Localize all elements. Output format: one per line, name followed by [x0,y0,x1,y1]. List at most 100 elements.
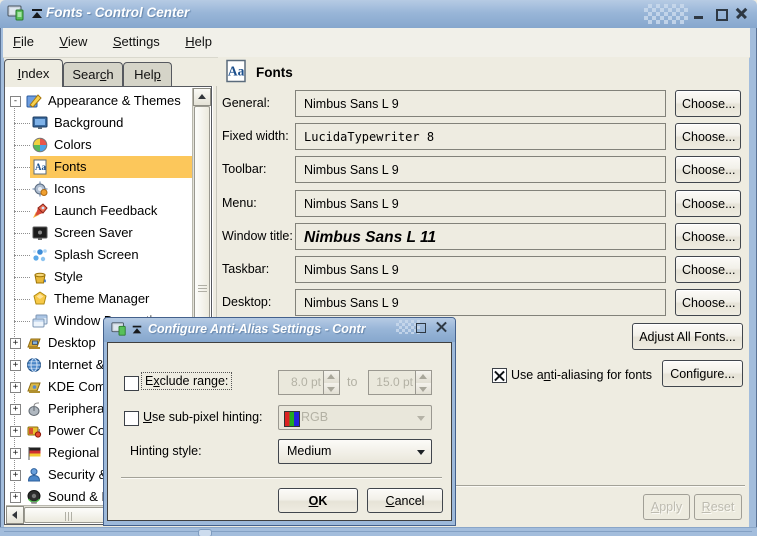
configure-antialias-button[interactable]: Configure... [662,360,743,387]
splash-screen-icon [32,247,48,263]
font-preview-desktop: Nimbus Sans L 9 [295,289,666,316]
font-preview-window-title: Nimbus Sans L 11 [295,223,666,250]
sidebar-item-background[interactable]: Background [6,112,192,134]
resize-grip[interactable] [198,529,212,536]
appearance-themes-icon [26,93,42,109]
scroll-up-button[interactable] [193,88,211,106]
menu-help[interactable]: Help [181,34,216,49]
dialog-maximize-button[interactable] [413,320,429,336]
sidebar-item-screen-saver[interactable]: Screen Saver [6,222,192,244]
choose-taskbar-button[interactable]: Choose... [675,256,741,283]
choose-general-button[interactable]: Choose... [675,90,741,117]
frame-groove [4,531,752,532]
colors-icon [32,137,48,153]
peripherals-icon [26,401,42,417]
sidebar-item-appearance-themes[interactable]: - Appearance & Themes [6,90,192,112]
sidebar-item-style[interactable]: Style [6,266,192,288]
internet-icon [26,357,42,373]
dialog-body: Exclude range: 8.0 pt to 15.0 pt Use sub… [107,342,452,521]
minimize-button[interactable] [691,6,707,22]
adjust-all-fonts-button[interactable]: Adjust All Fonts... [632,323,743,350]
range-from-spinbox[interactable]: 8.0 pt [278,370,340,395]
dialog-title: Configure Anti-Alias Settings - Contr [148,322,366,336]
menu-view[interactable]: View [55,34,91,49]
sidebar-item-splash-screen[interactable]: Splash Screen [6,244,192,266]
range-to-spinbox[interactable]: 15.0 pt [368,370,432,395]
close-button[interactable] [734,6,750,22]
dialog-separator [121,477,442,479]
antialias-dialog: Configure Anti-Alias Settings - Contr Ex… [103,317,456,526]
screen-saver-icon [32,225,48,241]
fonts-icon: Aa [32,159,48,175]
window-menu-icon[interactable] [30,7,44,21]
expand-expander-icon[interactable]: + [10,404,21,415]
subpixel-checkbox[interactable] [124,411,139,426]
keramik-pattern [644,4,688,24]
launch-feedback-icon [32,203,48,219]
menu-file[interactable]: File [9,34,38,49]
to-label: to [347,375,357,389]
hinting-style-label: Hinting style: [130,444,202,458]
scrollbar-thumb[interactable] [194,106,210,336]
choose-menu-button[interactable]: Choose... [675,190,741,217]
svg-text:Aa: Aa [228,64,245,79]
font-preview-taskbar: Nimbus Sans L 9 [295,256,666,283]
tab-index[interactable]: Index [4,59,63,87]
choose-desktop-button[interactable]: Choose... [675,289,741,316]
sound-multimedia-icon [26,489,42,505]
exclude-range-label[interactable]: Exclude range: [141,372,232,390]
expand-expander-icon[interactable]: + [10,338,21,349]
sidebar-item-colors[interactable]: Colors [6,134,192,156]
page-title: Fonts [256,65,293,80]
tab-search[interactable]: Search [63,62,123,87]
fonts-header-icon: Aa [224,59,248,83]
ok-button[interactable]: OK [278,488,358,513]
apply-button[interactable]: Apply [643,494,690,520]
expand-expander-icon[interactable]: + [10,448,21,459]
svg-text:Aa: Aa [35,162,46,172]
antialias-checkbox[interactable] [492,368,507,383]
font-row-label: Taskbar: [222,262,269,276]
sidebar-item-fonts[interactable]: Aa Fonts [6,156,192,178]
window-decorations-icon [32,313,48,329]
window-titlebar[interactable]: Fonts - Control Center [0,0,757,29]
cancel-button[interactable]: Cancel [367,488,443,513]
expand-expander-icon[interactable]: + [10,382,21,393]
reset-button[interactable]: Reset [694,494,742,520]
dialog-titlebar[interactable]: Configure Anti-Alias Settings - Contr [104,318,455,342]
control-center-window: Fonts - Control Center File View Setting… [0,0,757,536]
expand-expander-icon[interactable]: + [10,470,21,481]
menu-settings[interactable]: Settings [109,34,164,49]
expand-expander-icon[interactable]: + [10,492,21,503]
security-privacy-icon [26,467,42,483]
desktop-icon [26,335,42,351]
exclude-range-checkbox[interactable] [124,376,139,391]
antialias-label[interactable]: Use anti-aliasing for fonts [511,368,652,382]
choose-toolbar-button[interactable]: Choose... [675,156,741,183]
dialog-close-button[interactable] [434,320,450,336]
hinting-style-combobox[interactable]: Medium [278,439,432,464]
font-row-label: Fixed width: [222,129,289,143]
tab-help[interactable]: Help [123,62,172,87]
maximize-button[interactable] [713,6,729,22]
sidebar-item-launch-feedback[interactable]: Launch Feedback [6,200,192,222]
font-row-label: Toolbar: [222,162,266,176]
style-icon [32,269,48,285]
subpixel-combobox[interactable]: RGB [278,405,432,430]
subpixel-label[interactable]: Use sub-pixel hinting: [143,410,263,424]
choose-fixed-width-button[interactable]: Choose... [675,123,741,150]
scrollbar-thumb[interactable] [24,507,112,523]
expand-expander-icon[interactable]: + [10,360,21,371]
sidebar-item-icons[interactable]: Icons [6,178,192,200]
control-center-app-icon [7,4,25,22]
scroll-left-button[interactable] [6,506,24,524]
window-menu-icon[interactable] [131,324,143,336]
font-preview-toolbar: Nimbus Sans L 9 [295,156,666,183]
expand-expander-icon[interactable]: + [10,426,21,437]
regional-icon [26,445,42,461]
sidebar-item-theme-manager[interactable]: Theme Manager [6,288,192,310]
dialog-app-icon [111,321,127,337]
font-row-label: Window title: [222,229,293,243]
collapse-expander-icon[interactable]: - [10,96,21,107]
choose-window-title-button[interactable]: Choose... [675,223,741,250]
